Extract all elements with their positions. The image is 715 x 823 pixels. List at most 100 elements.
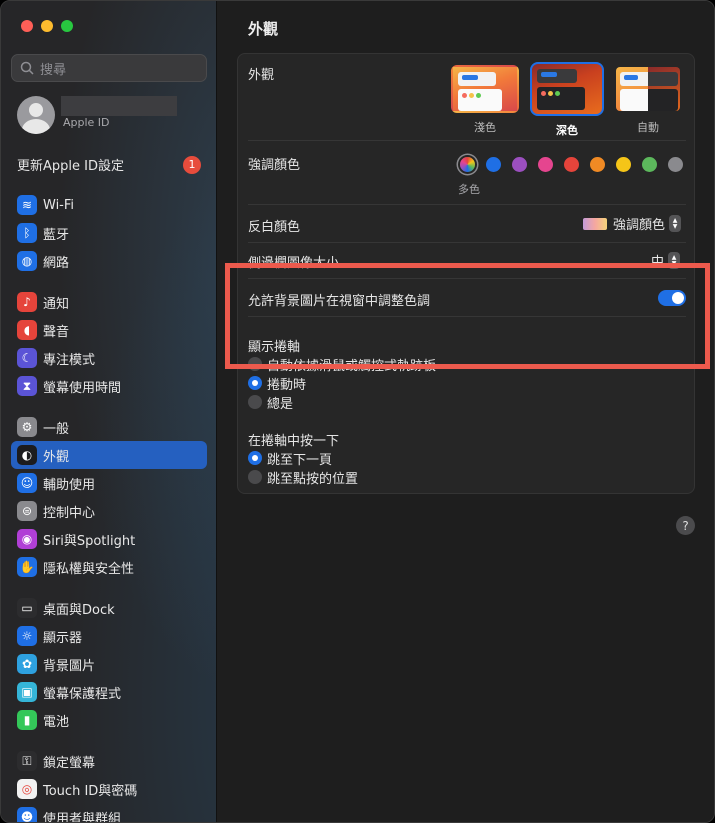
- sidebar-item-label: 顯示器: [43, 630, 83, 646]
- scrollbar-when-scrolling-label: 捲動時: [267, 378, 307, 393]
- sidebar-item-fingerprint[interactable]: ◎ Touch ID與密碼: [11, 775, 207, 803]
- dark-theme-thumbnail: [530, 62, 604, 116]
- sidebar-item-lock[interactable]: ⚿ 鎖定螢幕: [11, 747, 207, 775]
- sidebar-item-accessibility[interactable]: ☺ 輔助使用: [11, 469, 207, 497]
- sidebar-item-label: 隱私權與安全性: [43, 561, 135, 577]
- light-theme-thumbnail: [451, 65, 519, 113]
- sidebar-item-users[interactable]: ☻ 使用者與群組: [11, 803, 207, 823]
- update-apple-id-label: 更新Apple ID設定: [17, 159, 124, 174]
- highlight-annotation-box: [225, 263, 710, 369]
- theme-dark-label: 深色: [556, 124, 578, 137]
- sidebar-item-globe[interactable]: ◍ 網路: [11, 247, 207, 275]
- accent-swatch-multicolor[interactable]: [460, 157, 475, 172]
- scrollbar-always-label: 總是: [267, 397, 294, 412]
- sidebar-item-label: 聲音: [43, 324, 70, 340]
- jump-next-page-label: 跳至下一頁: [267, 453, 333, 468]
- accent-swatch-4[interactable]: [564, 157, 579, 172]
- hourglass-icon: ⧗: [17, 376, 37, 396]
- appearance-label: 外觀: [248, 68, 275, 83]
- sidebar-item-moon[interactable]: ☾ 專注模式: [11, 344, 207, 372]
- sidebar-item-label: 專注模式: [43, 352, 96, 368]
- sidebar-item-label: 一般: [43, 421, 70, 437]
- moon-icon: ☾: [17, 348, 37, 368]
- sidebar-item-siri[interactable]: ◉ Siri與Spotlight: [11, 525, 207, 553]
- wifi-icon: ≋: [17, 195, 37, 215]
- jump-to-spot-label: 跳至點按的位置: [267, 472, 359, 487]
- theme-light-label: 淺色: [474, 121, 496, 134]
- sidebar-item-label: 網路: [43, 255, 70, 271]
- accent-swatch-6[interactable]: [616, 157, 631, 172]
- sidebar: 搜尋 Apple ID 更新Apple ID設定 1 ≋ Wi-Fi ᛒ 藍牙 ◍ 網路 ♪…: [1, 1, 217, 823]
- help-button[interactable]: ?: [676, 516, 695, 535]
- highlight-color-swatch: [583, 217, 607, 230]
- battery-icon: ▮: [17, 710, 37, 730]
- apple-id-profile[interactable]: Apple ID: [17, 96, 177, 134]
- minimize-button[interactable]: [41, 20, 53, 32]
- theme-light[interactable]: 淺色: [451, 65, 519, 135]
- theme-dark[interactable]: 深色: [530, 62, 604, 138]
- sidebar-item-hand[interactable]: ✋ 隱私權與安全性: [11, 553, 207, 581]
- theme-auto-label: 自動: [637, 121, 659, 134]
- accent-swatch-7[interactable]: [642, 157, 657, 172]
- sidebar-item-label: 使用者與群組: [43, 811, 122, 823]
- search-icon: [20, 61, 34, 75]
- theme-auto[interactable]: 自動: [614, 65, 682, 135]
- bell-icon: ♪: [17, 292, 37, 312]
- highlight-color-popup[interactable]: 強調顏色 ▲ ▼: [583, 214, 682, 233]
- jump-next-page-radio[interactable]: [248, 451, 262, 465]
- sidebar-item-bluetooth[interactable]: ᛒ 藍牙: [11, 219, 207, 247]
- accent-swatch-2[interactable]: [512, 157, 527, 172]
- accent-swatch-8[interactable]: [668, 157, 683, 172]
- sidebar-item-label: 螢幕保護程式: [43, 686, 122, 702]
- sidebar-item-bell[interactable]: ♪ 通知: [11, 288, 207, 316]
- sidebar-item-label: Wi-Fi: [43, 197, 75, 213]
- sidebar-item-label: Siri與Spotlight: [43, 533, 136, 549]
- sidebar-item-label: Touch ID與密碼: [43, 783, 138, 799]
- sidebar-item-speaker[interactable]: ◖ 聲音: [11, 316, 207, 344]
- search-placeholder: 搜尋: [40, 62, 67, 78]
- accessibility-icon: ☺: [17, 473, 37, 493]
- sidebar-item-wifi[interactable]: ≋ Wi-Fi: [11, 191, 207, 219]
- lock-icon: ⚿: [17, 751, 37, 771]
- sidebar-item-hourglass[interactable]: ⧗ 螢幕使用時間: [11, 372, 207, 400]
- dock-icon: ▭: [17, 598, 37, 618]
- sidebar-item-label: 藍牙: [43, 227, 70, 243]
- sidebar-item-toggles[interactable]: ⊜ 控制中心: [11, 497, 207, 525]
- close-button[interactable]: [21, 20, 33, 32]
- globe-icon: ◍: [17, 251, 37, 271]
- appearance-icon: ◐: [17, 445, 37, 465]
- highlight-color-label: 反白顏色: [248, 220, 301, 235]
- jump-to-spot-radio[interactable]: [248, 470, 262, 484]
- sidebar-item-battery[interactable]: ▮ 電池: [11, 706, 207, 734]
- screensaver-icon: ▣: [17, 682, 37, 702]
- accent-swatch-5[interactable]: [590, 157, 605, 172]
- sidebar-item-label: 螢幕使用時間: [43, 380, 122, 396]
- window-controls: [21, 20, 73, 32]
- avatar: [17, 96, 55, 134]
- search-field[interactable]: 搜尋: [11, 54, 207, 82]
- scrollbar-always-radio[interactable]: [248, 395, 262, 409]
- bluetooth-icon: ᛒ: [17, 223, 37, 243]
- accent-color-label: 強調顏色: [248, 158, 301, 173]
- main-content: 外觀 外觀 淺色 深色 自動 強調顏色 多色 反白顏色 強調顏色 ▲ ▼ 側邊欄…: [218, 1, 714, 822]
- auto-theme-thumbnail: [614, 65, 682, 113]
- settings-window: 搜尋 Apple ID 更新Apple ID設定 1 ≋ Wi-Fi ᛒ 藍牙 ◍ 網路 ♪…: [0, 0, 715, 823]
- sidebar-item-gear[interactable]: ⚙ 一般: [11, 413, 207, 441]
- sidebar-item-dock[interactable]: ▭ 桌面與Dock: [11, 594, 207, 622]
- gear-icon: ⚙: [17, 417, 37, 437]
- sidebar-item-label: 輔助使用: [43, 477, 96, 493]
- siri-icon: ◉: [17, 529, 37, 549]
- sidebar-item-sun[interactable]: ☼ 顯示器: [11, 622, 207, 650]
- sidebar-item-label: 背景圖片: [43, 658, 96, 674]
- accent-swatch-1[interactable]: [486, 157, 501, 172]
- scrollbar-when-scrolling-radio[interactable]: [248, 376, 262, 390]
- zoom-button[interactable]: [61, 20, 73, 32]
- sidebar-item-screensaver[interactable]: ▣ 螢幕保護程式: [11, 678, 207, 706]
- update-apple-id-item[interactable]: 更新Apple ID設定 1: [17, 155, 201, 174]
- sidebar-item-appearance[interactable]: ◐ 外觀: [11, 441, 207, 469]
- hand-icon: ✋: [17, 557, 37, 577]
- accent-swatch-3[interactable]: [538, 157, 553, 172]
- profile-subtitle: Apple ID: [63, 116, 110, 129]
- sidebar-item-label: 電池: [43, 714, 70, 730]
- sidebar-item-flower[interactable]: ✿ 背景圖片: [11, 650, 207, 678]
